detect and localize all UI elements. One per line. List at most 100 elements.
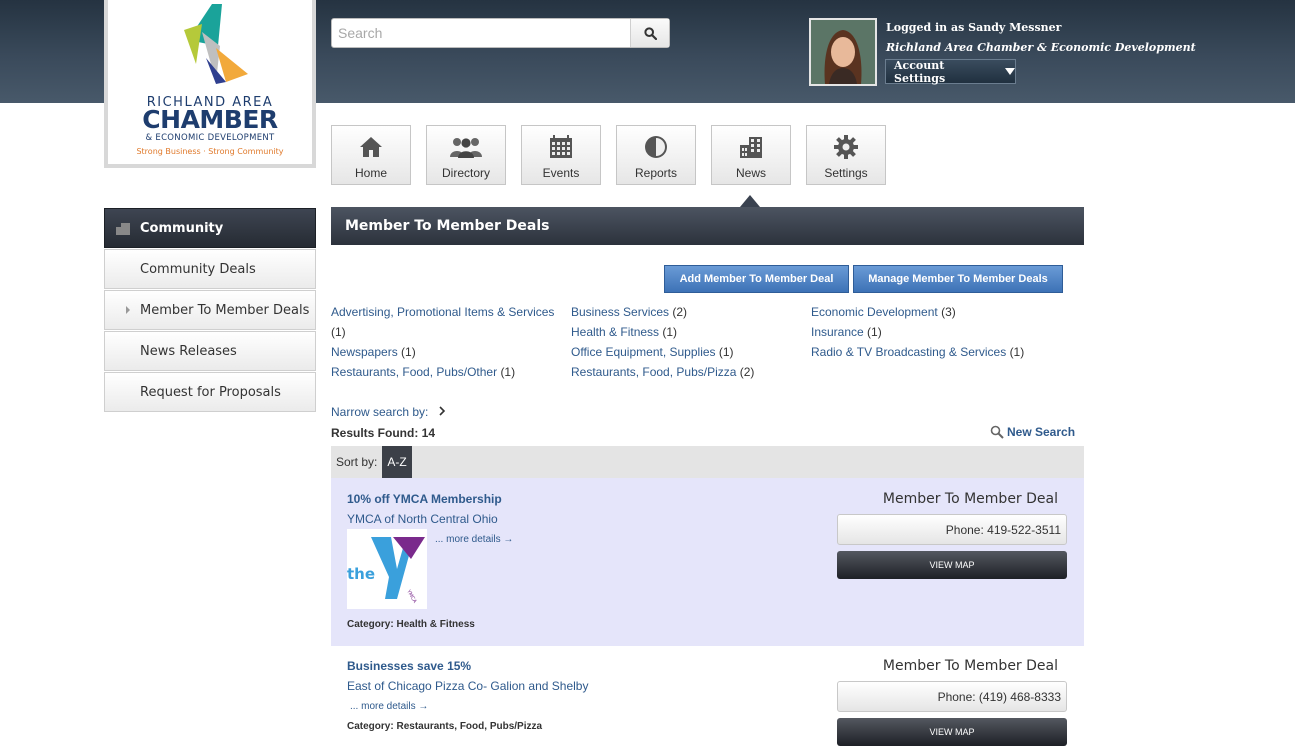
category-link[interactable]: Health & Fitness: [571, 325, 659, 339]
pie-chart-icon: [645, 136, 667, 158]
result-title-link[interactable]: Businesses save 15%: [347, 659, 471, 673]
sidebar-item-label: Community Deals: [140, 261, 256, 277]
logo-tagline: Strong Business · Strong Community: [136, 147, 284, 156]
search-box: [331, 18, 670, 48]
category-link[interactable]: Newspapers: [331, 345, 398, 359]
manage-deals-button[interactable]: Manage Member To Member Deals: [853, 265, 1063, 293]
category-item[interactable]: Radio & TV Broadcasting & Services (1): [811, 342, 1024, 362]
category-count: (2): [739, 365, 755, 379]
category-count: (1): [500, 365, 516, 379]
category-item[interactable]: Insurance (1): [811, 322, 882, 342]
category-count: (3): [941, 305, 956, 319]
category-value: Restaurants, Food, Pubs/Pizza: [396, 721, 543, 732]
building-icon: [116, 223, 130, 235]
category-item[interactable]: Economic Development (3): [811, 302, 956, 322]
account-settings-label: Account Settings: [894, 58, 946, 85]
new-search-link[interactable]: New Search: [990, 425, 1075, 439]
new-search-label: New Search: [1007, 425, 1076, 439]
nav-tile-home[interactable]: Home: [331, 125, 411, 185]
sidebar-item-label: Request for Proposals: [140, 384, 281, 400]
phone-button[interactable]: Phone: (419) 468-8333: [837, 681, 1067, 712]
search-icon: [643, 26, 657, 40]
section-title: Member To Member Deals: [331, 207, 1084, 245]
category-count: (1): [1009, 345, 1025, 359]
chevron-right-icon: [126, 306, 130, 314]
results-found: Results Found: 14: [331, 426, 435, 440]
active-tile-pointer: [740, 195, 760, 207]
more-details-link[interactable]: ... more details →: [350, 701, 428, 712]
ymca-logo-icon: the YMCA: [347, 529, 427, 609]
nav-tile-label: News: [735, 166, 766, 180]
category-item[interactable]: Advertising, Promotional Items & Service…: [331, 302, 566, 342]
logo-line3: & ECONOMIC DEVELOPMENT: [145, 133, 275, 143]
add-deal-button[interactable]: Add Member To Member Deal: [664, 265, 849, 293]
result-business-link[interactable]: YMCA of North Central Ohio: [347, 512, 498, 526]
nav-tile-label: Events: [542, 166, 580, 180]
sidebar-item-label: Member To Member Deals: [140, 302, 310, 318]
calendar-icon: [550, 135, 572, 158]
result-type: Member To Member Deal: [882, 491, 1058, 507]
category-link[interactable]: Radio & TV Broadcasting & Services: [811, 345, 1006, 359]
people-icon: [450, 138, 482, 158]
category-count: (1): [718, 345, 734, 359]
ymca-logo[interactable]: the YMCA: [347, 529, 427, 609]
magnifier-icon: [990, 425, 1004, 439]
ymca-logo-the: the: [347, 565, 375, 583]
category-value: Health & Fitness: [396, 619, 475, 630]
nav-tile-reports[interactable]: Reports: [616, 125, 696, 185]
category-count: (2): [672, 305, 688, 319]
results-count: 14: [421, 426, 436, 440]
category-link[interactable]: Office Equipment, Supplies: [571, 345, 716, 359]
user-photo-icon: [811, 20, 875, 84]
category-item[interactable]: Office Equipment, Supplies (1): [571, 342, 734, 362]
building-icon: [740, 137, 762, 158]
nav-tile-settings[interactable]: Settings: [806, 125, 886, 185]
view-map-button[interactable]: VIEW MAP: [837, 551, 1067, 579]
sort-az-button[interactable]: A-Z: [382, 446, 412, 478]
result-title-link[interactable]: 10% off YMCA Membership: [347, 492, 502, 506]
sidebar-item-request-for-proposals[interactable]: Request for Proposals: [104, 372, 316, 412]
nav-tile-events[interactable]: Events: [521, 125, 601, 185]
search-input[interactable]: [332, 19, 630, 47]
search-button[interactable]: [630, 19, 669, 47]
category-item[interactable]: Restaurants, Food, Pubs/Pizza (2): [571, 362, 754, 382]
result-item: 10% off YMCA Membership YMCA of North Ce…: [331, 478, 1084, 646]
logo-graphic-icon: [184, 4, 248, 84]
category-link[interactable]: Restaurants, Food, Pubs/Pizza: [571, 365, 736, 379]
category-item[interactable]: Business Services (2): [571, 302, 687, 322]
sidebar-item-community-deals[interactable]: Community Deals: [104, 249, 316, 289]
category-count: (1): [401, 345, 416, 359]
category-item[interactable]: Health & Fitness (1): [571, 322, 677, 342]
phone-button[interactable]: Phone: 419-522-3511: [837, 514, 1067, 545]
nav-tile-news[interactable]: News: [711, 125, 791, 185]
sidebar-item-community[interactable]: Community: [104, 208, 316, 248]
result-category: Category: Health & Fitness: [347, 619, 475, 630]
nav-tile-directory[interactable]: Directory: [426, 125, 506, 185]
category-link[interactable]: Business Services: [571, 305, 669, 319]
category-link[interactable]: Insurance: [811, 325, 864, 339]
result-business-link[interactable]: East of Chicago Pizza Co- Galion and She…: [347, 679, 588, 693]
sidebar-item-label: News Releases: [140, 343, 237, 359]
category-item[interactable]: Restaurants, Food, Pubs/Other (1): [331, 362, 515, 382]
sidebar-item-label: Community: [140, 220, 224, 236]
results-label: Results Found:: [331, 426, 419, 440]
nav-tile-label: Home: [354, 166, 387, 180]
category-item[interactable]: Newspapers (1): [331, 342, 416, 362]
account-settings-button[interactable]: Account Settings: [885, 58, 1016, 85]
dropdown-arrow-icon: [1005, 68, 1015, 75]
chamber-logo[interactable]: RICHLAND AREA CHAMBER & ECONOMIC DEVELOP…: [104, 0, 316, 168]
sidebar-item-member-to-member-deals[interactable]: Member To Member Deals: [104, 290, 316, 330]
category-link[interactable]: Restaurants, Food, Pubs/Other: [331, 365, 497, 379]
view-map-button[interactable]: VIEW MAP: [837, 718, 1067, 746]
category-count: (1): [867, 325, 882, 339]
sidebar-item-news-releases[interactable]: News Releases: [104, 331, 316, 371]
category-count: (1): [662, 325, 678, 339]
nav-tile-label: Settings: [824, 166, 868, 180]
user-avatar[interactable]: [809, 18, 877, 86]
more-details-link[interactable]: ... more details →: [435, 534, 513, 545]
category-link[interactable]: Economic Development: [811, 305, 938, 319]
category-link[interactable]: Advertising, Promotional Items & Service…: [331, 305, 554, 319]
result-type: Member To Member Deal: [882, 658, 1058, 674]
logged-in-text: Logged in as Sandy Messner: [886, 21, 1062, 34]
narrow-search-toggle[interactable]: Narrow search by:: [331, 405, 446, 419]
